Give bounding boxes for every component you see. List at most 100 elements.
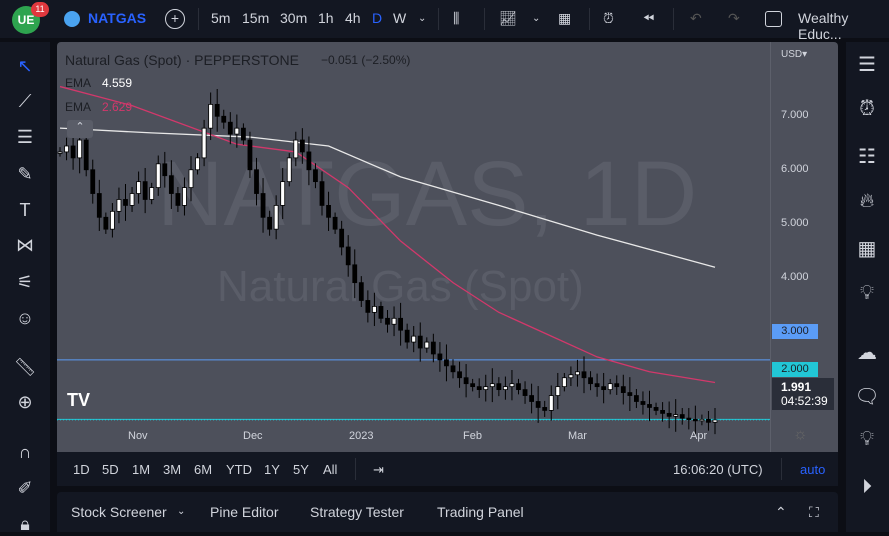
- range-ytd[interactable]: YTD: [226, 462, 252, 477]
- candle-body: [601, 386, 607, 391]
- indicators-icon[interactable]: 📈︎: [499, 10, 517, 27]
- candle-body: [90, 169, 96, 194]
- text-icon[interactable]: T: [13, 198, 37, 222]
- range-1d[interactable]: 1D: [73, 462, 90, 477]
- candle-body: [254, 169, 259, 194]
- candle-type-icon[interactable]: ⫼: [453, 10, 459, 27]
- currency-button[interactable]: USD▾: [781, 49, 807, 60]
- range-all[interactable]: All: [323, 462, 337, 477]
- candle-body: [679, 414, 685, 419]
- calendar-icon[interactable]: ▦: [854, 236, 880, 262]
- interval-15m[interactable]: 15m: [242, 10, 269, 26]
- time-axis[interactable]: Nov Dec 2023 Feb Mar Apr: [57, 424, 770, 452]
- fib-icon[interactable]: ☰: [13, 125, 37, 149]
- candle-body: [83, 139, 89, 171]
- settings-icon[interactable]: ☼: [793, 426, 808, 444]
- range-5y[interactable]: 5Y: [293, 462, 309, 477]
- data-window-icon[interactable]: ☷: [854, 144, 880, 170]
- alert-icon[interactable]: ⏰︎: [603, 10, 614, 27]
- candle-body: [149, 187, 155, 200]
- prediction-icon[interactable]: ⚟: [13, 270, 37, 294]
- collapse-legend-button[interactable]: ⌃: [67, 120, 93, 138]
- candle-body: [70, 145, 76, 159]
- ruler-icon[interactable]: 📏︎: [13, 355, 37, 379]
- notification-badge: 11: [31, 2, 49, 17]
- candle-body: [182, 187, 187, 206]
- price-axis[interactable]: USD▾ 7.000 6.000 5.000 4.000 3.000 2.000…: [770, 42, 838, 452]
- interval-1h[interactable]: 1h: [318, 10, 334, 26]
- interval-w[interactable]: W: [393, 10, 406, 26]
- stock-screener-dropdown-icon[interactable]: ⌄: [177, 506, 185, 517]
- candle-body: [712, 419, 718, 423]
- candle-body: [385, 317, 390, 325]
- tab-strategy-tester[interactable]: Strategy Tester: [310, 504, 404, 520]
- date-range-icon[interactable]: ⇥: [373, 462, 384, 478]
- candle-body: [398, 317, 404, 331]
- ideas-icon[interactable]: 💡︎: [854, 282, 880, 308]
- redo-icon[interactable]: ↷: [728, 10, 740, 27]
- candle-body: [123, 199, 128, 206]
- layout-checkbox-icon[interactable]: [765, 11, 782, 27]
- range-3m[interactable]: 3M: [163, 462, 181, 477]
- lock-draw-icon[interactable]: ✐: [13, 476, 37, 500]
- tab-pine-editor[interactable]: Pine Editor: [210, 504, 278, 520]
- last-price: 1.991: [781, 380, 812, 394]
- candle-body: [535, 401, 541, 408]
- candle-body: [686, 417, 692, 421]
- interval-d[interactable]: D: [372, 10, 382, 26]
- candle-body: [240, 127, 246, 141]
- replay-icon[interactable]: ⏪︎: [643, 10, 654, 27]
- price-tick: 4.000: [781, 271, 809, 283]
- interval-30m[interactable]: 30m: [280, 10, 307, 26]
- candle-body: [142, 181, 148, 200]
- price-plot[interactable]: [57, 42, 770, 452]
- interval-5m[interactable]: 5m: [211, 10, 230, 26]
- pattern-icon[interactable]: ⋈: [13, 233, 37, 257]
- chats-icon[interactable]: 🗨︎: [854, 384, 880, 410]
- intervals-dropdown-icon[interactable]: ⌄: [418, 13, 426, 24]
- tab-trading-panel[interactable]: Trading Panel: [437, 504, 524, 520]
- auto-scale-button[interactable]: auto: [800, 462, 825, 477]
- layout-name[interactable]: Wealthy Educ...: [798, 10, 889, 42]
- watchlist-icon[interactable]: ☰: [854, 52, 880, 78]
- magnet-icon[interactable]: ∩: [13, 440, 37, 464]
- trendline-icon[interactable]: ⟋: [13, 89, 37, 113]
- undo-icon[interactable]: ↶: [690, 10, 702, 27]
- brush-icon[interactable]: ✎: [13, 162, 37, 186]
- candle-body: [653, 407, 659, 411]
- range-6m[interactable]: 6M: [194, 462, 212, 477]
- play-icon[interactable]: ⏵: [854, 476, 880, 502]
- candle-body: [496, 383, 502, 391]
- candle-body: [607, 383, 613, 391]
- clock[interactable]: 16:06:20 (UTC): [673, 462, 763, 477]
- range-5d[interactable]: 5D: [102, 462, 119, 477]
- hotlists-icon[interactable]: 🔥︎: [854, 190, 880, 216]
- candle-body: [502, 386, 508, 391]
- tab-stock-screener[interactable]: Stock Screener: [71, 504, 167, 520]
- candle-body: [365, 300, 371, 313]
- price-tick: 7.000: [781, 109, 809, 121]
- layout-grid-icon[interactable]: ▦: [558, 10, 571, 27]
- lock-icon[interactable]: 🔒︎: [13, 512, 37, 536]
- zoom-icon[interactable]: ⊕: [13, 390, 37, 414]
- chat-cloud-icon[interactable]: ☁: [854, 340, 880, 366]
- indicators-dropdown-icon[interactable]: ⌄: [532, 13, 540, 24]
- add-symbol-icon[interactable]: +: [165, 9, 185, 29]
- right-sidebar: ☰ ⏰︎ ☷ 🔥︎ ▦ 💡︎ ☁ 🗨︎ 💡︎ ⏵: [846, 42, 889, 532]
- symbol-button[interactable]: NATGAS: [88, 10, 146, 26]
- candle-body: [234, 127, 240, 135]
- interval-4h[interactable]: 4h: [345, 10, 361, 26]
- streams-icon[interactable]: 💡︎: [854, 428, 880, 454]
- candle-body: [371, 306, 377, 313]
- cursor-icon[interactable]: ↖: [13, 54, 37, 78]
- expand-panel-icon[interactable]: ⌃: [775, 504, 787, 521]
- emoji-icon[interactable]: ☺: [13, 306, 37, 330]
- alerts-icon[interactable]: ⏰︎: [854, 98, 880, 124]
- candle-body: [548, 395, 554, 411]
- maximize-icon[interactable]: ⛶: [809, 504, 819, 521]
- candle-body: [588, 377, 593, 385]
- range-1m[interactable]: 1M: [132, 462, 150, 477]
- candle-body: [136, 181, 141, 194]
- range-1y[interactable]: 1Y: [264, 462, 280, 477]
- chart-pane[interactable]: NATGAS, 1D Natural Gas (Spot) Natural Ga…: [57, 42, 838, 452]
